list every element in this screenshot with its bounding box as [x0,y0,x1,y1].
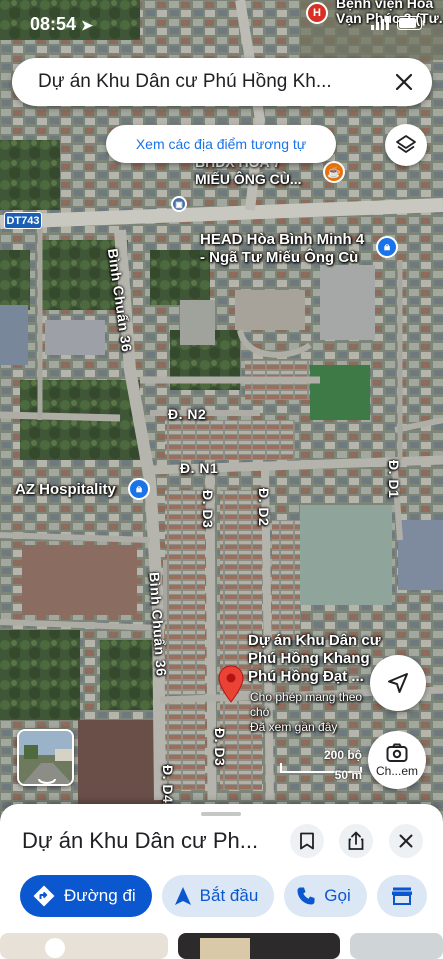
shopping-bag-icon[interactable]: 🔒︎ [376,236,398,258]
selected-place-notes: Cho phép mang theo chó Đã xem gần đây [250,690,363,734]
road-label-d1: Đ. D1 [386,460,402,499]
road-label-d2: Đ. D2 [256,488,272,527]
lens-label: Ch...em [375,763,418,778]
lens-search-button[interactable]: Ch...em [368,731,426,789]
navigation-arrow-icon [388,673,408,693]
place-photos-strip[interactable] [0,930,443,959]
store-icon [391,887,412,905]
action-chips: Đường đi Bắt đầu Gọi [20,875,427,917]
share-icon [348,831,364,850]
poi-az-hospitality[interactable]: AZ Hospitality [15,481,116,499]
selected-place-label[interactable]: Dự án Khu Dân cư Phú Hồng Khang Phú Hồng… [248,632,381,686]
phone-icon [297,887,315,905]
bus-stop-icon[interactable]: ▣ [171,196,187,212]
save-button[interactable] [290,824,324,858]
close-icon [395,73,413,91]
status-indicators [371,16,425,30]
navigation-icon [174,887,191,905]
search-bar[interactable]: Dự án Khu Dân cư Phú Hồng Kh... [12,58,432,106]
layers-button[interactable] [385,124,427,166]
directions-icon [33,885,55,907]
status-time: 08:54 ➤ [30,14,93,34]
location-arrow-icon: ➤ [81,17,93,33]
route-shield-dt743: DT743 [4,212,42,229]
road-label-n2: Đ. N2 [168,406,207,422]
close-sheet-button[interactable] [389,824,423,858]
start-navigation-button[interactable]: Bắt đầu [161,875,275,917]
selected-place-pin-icon[interactable] [218,665,244,703]
share-button[interactable] [339,824,373,858]
poi-head-hoa-binh-minh[interactable]: HEAD Hòa Bình Minh 4 - Ngã Tư Miếu Ông C… [200,231,364,267]
drag-handle[interactable] [201,812,241,816]
place-bottom-sheet[interactable]: Dự án Khu Dân cư Ph... Đường đi Bắt đầu … [0,804,443,959]
search-query[interactable]: Dự án Khu Dân cư Phú Hồng Kh... [38,71,382,93]
directions-button[interactable]: Đường đi [20,875,152,917]
road-label-d3-bottom: Đ. D3 [212,728,228,767]
status-bar: 08:54 ➤ [0,0,443,48]
battery-icon [397,16,425,30]
close-search-button[interactable] [382,60,426,104]
camera-search-icon [386,743,408,762]
map-pin-icon [218,665,244,703]
road-label-n1: Đ. N1 [180,460,219,476]
scale-meters: 50 m [334,768,362,782]
street-view-preview [19,731,72,784]
shopping-bag-icon[interactable]: 🔒︎ [128,478,150,500]
road-label-d3-top: Đ. D3 [200,490,216,529]
more-actions-button[interactable] [376,875,427,917]
close-icon [399,834,413,848]
scale-feet: 200 bộ [323,748,362,762]
layers-icon [396,135,416,153]
street-view-thumbnail[interactable] [17,729,74,786]
road-label-d4: Đ. D4 [160,765,176,804]
signal-icon [371,16,389,30]
map-scale: 200 bộ 50 m [280,748,362,784]
bookmark-icon [300,832,314,850]
cafe-icon[interactable]: ☕ [323,161,345,183]
place-title: Dự án Khu Dân cư Ph... [22,828,259,853]
call-button[interactable]: Gọi [284,875,367,917]
similar-places-chip[interactable]: Xem các địa điểm tương tự [106,125,336,163]
my-location-button[interactable] [370,655,426,711]
